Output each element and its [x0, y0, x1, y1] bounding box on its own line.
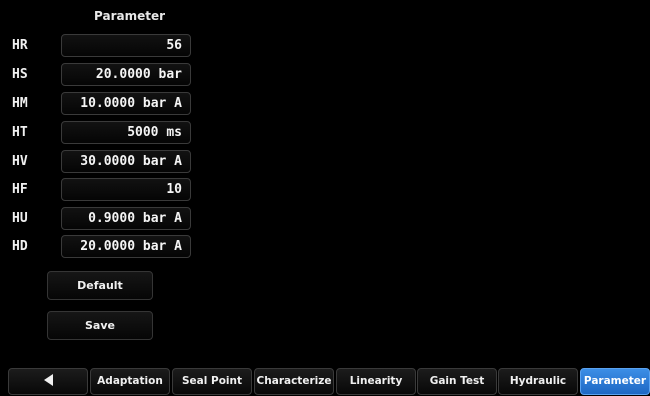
default-button[interactable]: Default — [47, 271, 153, 300]
tab-linearity[interactable]: Linearity — [336, 368, 416, 395]
hs-value-field[interactable]: 20.0000 bar — [61, 63, 191, 86]
parameter-label: HF — [12, 182, 28, 197]
hf-value-field[interactable]: 10 — [61, 178, 191, 201]
tab-seal-point[interactable]: Seal Point — [172, 368, 252, 395]
parameter-label: HD — [12, 239, 28, 254]
tab-adaptation[interactable]: Adaptation — [90, 368, 170, 395]
hu-value-field[interactable]: 0.9000 bar A — [61, 207, 191, 230]
parameter-label: HM — [12, 96, 28, 111]
tab-gain-test[interactable]: Gain Test — [417, 368, 497, 395]
parameter-label: HU — [12, 211, 28, 226]
parameter-row-hv: HV 30.0000 bar A — [0, 150, 200, 175]
hd-value-field[interactable]: 20.0000 bar A — [61, 235, 191, 258]
parameter-label: HT — [12, 125, 28, 140]
parameter-row-hs: HS 20.0000 bar — [0, 63, 200, 88]
parameter-row-ht: HT 5000 ms — [0, 121, 200, 146]
parameter-label: HV — [12, 154, 28, 169]
parameter-label: HR — [12, 38, 28, 53]
parameter-row-hf: HF 10 — [0, 178, 200, 203]
parameter-row-hd: HD 20.0000 bar A — [0, 235, 200, 260]
back-button[interactable] — [8, 368, 88, 395]
back-arrow-icon — [43, 374, 53, 386]
parameter-row-hm: HM 10.0000 bar A — [0, 92, 200, 117]
parameter-row-hr: HR 56 — [0, 34, 200, 59]
tab-parameter[interactable]: Parameter — [580, 368, 650, 395]
parameter-label: HS — [12, 67, 28, 82]
save-button[interactable]: Save — [47, 311, 153, 340]
tab-characterize[interactable]: Characterize — [254, 368, 334, 395]
ht-value-field[interactable]: 5000 ms — [61, 121, 191, 144]
hv-value-field[interactable]: 30.0000 bar A — [61, 150, 191, 173]
hr-value-field[interactable]: 56 — [61, 34, 191, 57]
hm-value-field[interactable]: 10.0000 bar A — [61, 92, 191, 115]
parameter-row-hu: HU 0.9000 bar A — [0, 207, 200, 232]
parameter-column-header: Parameter — [94, 9, 166, 23]
tab-hydraulic[interactable]: Hydraulic — [498, 368, 578, 395]
bottom-tab-bar: Adaptation Seal Point Characterize Linea… — [0, 368, 650, 396]
